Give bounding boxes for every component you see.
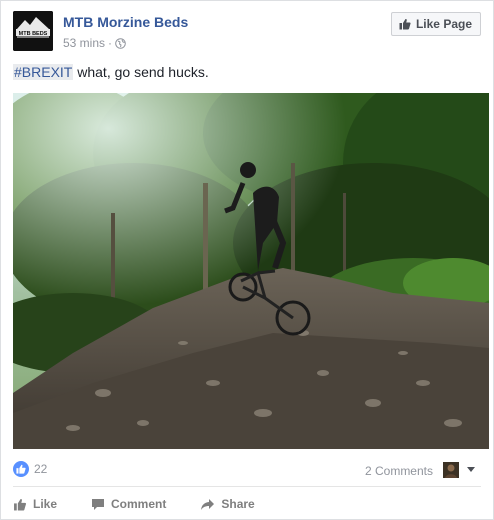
comment-button[interactable]: Comment	[91, 497, 166, 511]
mountain-bike-jump-photo	[13, 93, 489, 449]
avatar-logo-text: MTB BEDS	[19, 31, 48, 37]
meta-separator: ·	[108, 36, 113, 50]
page-avatar[interactable]: MTB BEDS	[13, 11, 53, 51]
facebook-post-card: MTB BEDS MTB Morzine Beds 53 mins · Like…	[0, 0, 494, 520]
globe-icon[interactable]	[115, 37, 126, 49]
commenter-avatar[interactable]	[443, 462, 459, 478]
post-actions: Like Comment Share	[13, 493, 481, 515]
comment-bubble-icon	[91, 498, 105, 511]
like-button[interactable]: Like	[13, 497, 57, 511]
thumbs-up-icon	[399, 18, 411, 30]
post-text: #BREXIT what, go send hucks.	[13, 64, 209, 80]
actions-divider	[13, 486, 481, 487]
like-reaction-icon	[13, 461, 29, 477]
post-timestamp[interactable]: 53 mins	[63, 36, 105, 50]
chevron-down-icon[interactable]	[467, 467, 475, 472]
like-page-label: Like Page	[415, 17, 472, 31]
thumbs-up-icon	[13, 498, 27, 511]
post-header: MTB BEDS MTB Morzine Beds 53 mins · Like…	[13, 11, 481, 55]
like-count-number: 22	[34, 462, 48, 476]
share-button[interactable]: Share	[200, 497, 255, 511]
like-count[interactable]: 22	[13, 461, 47, 477]
post-meta: 53 mins ·	[63, 36, 126, 50]
like-button-label: Like	[33, 497, 58, 511]
comment-button-label: Comment	[111, 497, 167, 511]
comments-count-link[interactable]: 2 Comments	[365, 464, 433, 478]
hashtag-link[interactable]: #BREXIT	[13, 64, 74, 80]
like-page-button[interactable]: Like Page	[390, 12, 481, 36]
share-button-label: Share	[221, 497, 255, 511]
reactions-bar: 22 2 Comments	[13, 461, 481, 481]
post-message: what, go send hucks.	[73, 64, 209, 80]
page-name-link[interactable]: MTB Morzine Beds	[63, 14, 188, 30]
share-arrow-icon	[200, 498, 215, 511]
post-photo[interactable]	[13, 93, 489, 449]
